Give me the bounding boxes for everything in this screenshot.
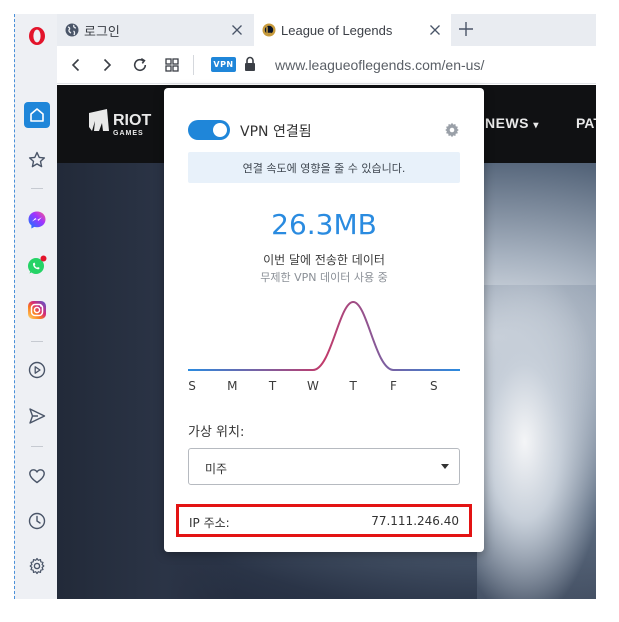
vpn-badge-button[interactable]: VPN: [211, 57, 236, 72]
sidebar: [14, 14, 57, 599]
url-field[interactable]: www.leagueoflegends.com/en-us/: [275, 57, 484, 73]
tab-label: League of Legends: [281, 22, 393, 38]
ip-address-highlight: IP 주소: 77.111.246.40: [176, 504, 472, 537]
vpn-status-label: VPN 연결됨: [240, 124, 312, 140]
address-bar: VPN www.leagueoflegends.com/en-us/: [57, 46, 596, 84]
browser-window: 로그인 League of Legends VPN www.leagueofle…: [0, 0, 619, 622]
settings-gear-icon[interactable]: [24, 553, 50, 579]
weekday-label: W: [306, 379, 319, 393]
nav-news-label: NEWS: [485, 115, 529, 131]
globe-icon: [65, 23, 79, 37]
league-of-legends-favicon-icon: [262, 23, 276, 37]
player-icon[interactable]: [24, 357, 50, 383]
data-label: 이번 달에 전송한 데이터: [263, 253, 385, 267]
vpn-popup: VPN 연결됨 연결 속도에 영향을 줄 수 있습니다. 26.3MB 이번 달…: [164, 88, 484, 552]
tab-grid-icon[interactable]: [163, 56, 181, 74]
lock-icon[interactable]: [244, 56, 256, 72]
riot-games-logo[interactable]: RIOT GAMES: [87, 109, 167, 141]
vpn-toggle[interactable]: [188, 120, 230, 140]
messenger-icon[interactable]: [24, 207, 50, 233]
close-icon[interactable]: [230, 23, 244, 37]
tab-login[interactable]: 로그인: [57, 14, 253, 46]
svg-text:GAMES: GAMES: [113, 130, 144, 137]
hero-highlight: [477, 285, 596, 599]
tab-label: 로그인: [84, 23, 120, 39]
heart-icon[interactable]: [24, 463, 50, 489]
usage-graph: [188, 300, 460, 371]
sidebar-divider: [31, 446, 43, 447]
usage-curve: [188, 300, 460, 371]
reload-icon[interactable]: [131, 56, 149, 74]
address-divider: [193, 55, 194, 75]
send-icon[interactable]: [24, 403, 50, 429]
weekday-label: F: [390, 379, 397, 393]
instagram-icon[interactable]: [24, 297, 50, 323]
new-tab-plus-icon[interactable]: [455, 18, 477, 40]
vpn-settings-gear-icon[interactable]: [444, 122, 460, 138]
chevron-down-icon: ▾: [533, 120, 539, 131]
weekday-label: T: [349, 379, 357, 393]
ip-label: IP 주소:: [189, 516, 230, 530]
toggle-knob: [213, 123, 227, 137]
weekday-label: M: [227, 379, 238, 393]
forward-arrow-icon[interactable]: [98, 56, 116, 74]
close-icon[interactable]: [428, 23, 442, 37]
whatsapp-icon[interactable]: [24, 252, 50, 278]
tab-strip: 로그인 League of Legends: [57, 14, 596, 46]
speed-notice: 연결 속도에 영향을 줄 수 있습니다.: [188, 152, 460, 183]
data-sublabel: 무제한 VPN 데이터 사용 중: [260, 271, 388, 284]
svg-text:RIOT: RIOT: [113, 112, 151, 129]
location-select[interactable]: 미주: [188, 448, 460, 485]
bookmarks-star-icon[interactable]: [24, 147, 50, 173]
sidebar-divider: [31, 341, 43, 342]
speed-dial-icon[interactable]: [24, 102, 50, 128]
caret-down-icon: [441, 464, 449, 469]
nav-news-link[interactable]: NEWS ▾: [485, 115, 539, 131]
weekday-label: T: [268, 379, 277, 393]
weekday-label: S: [188, 379, 196, 393]
sidebar-divider: [31, 188, 43, 189]
nav-patch-link[interactable]: PAT: [576, 115, 596, 131]
history-clock-icon[interactable]: [24, 508, 50, 534]
tab-league-of-legends[interactable]: League of Legends: [254, 14, 451, 46]
back-arrow-icon[interactable]: [67, 56, 85, 74]
ip-value: 77.111.246.40: [371, 514, 459, 528]
weekday-label: S: [429, 379, 438, 393]
opera-logo-icon[interactable]: [28, 26, 46, 46]
location-selected-value: 미주: [205, 462, 228, 476]
data-amount: 26.3MB: [271, 208, 377, 241]
virtual-location-label: 가상 위치:: [188, 425, 245, 440]
